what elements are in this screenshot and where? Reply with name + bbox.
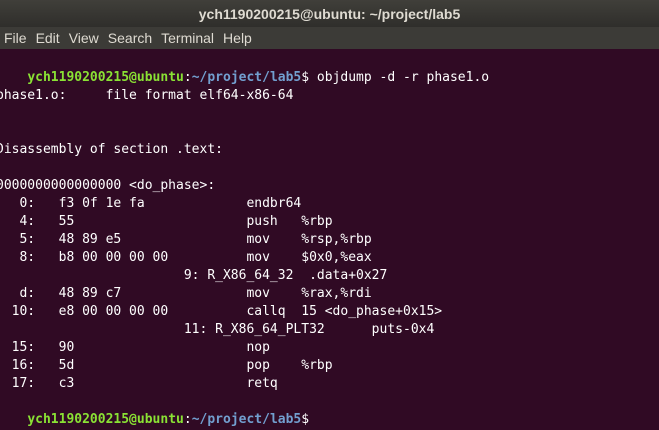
prompt-user-host: ych1190200215@ubuntu xyxy=(27,412,184,427)
menu-view[interactable]: View xyxy=(65,30,104,46)
command-prompt-line: ych1190200215@ubuntu:~/project/lab5$ obj… xyxy=(0,51,489,85)
output-line: 11: R_X86_64_PLT32 puts-0x4 xyxy=(0,322,435,337)
output-line: 9: R_X86_64_32 .data+0x27 xyxy=(0,268,388,283)
prompt-user-host: ych1190200215@ubuntu xyxy=(27,70,184,85)
prompt-path: ~/project/lab5 xyxy=(191,70,302,85)
menu-terminal[interactable]: Terminal xyxy=(157,30,219,46)
command-text: objdump -d -r phase1.o xyxy=(316,70,490,85)
prompt-path: ~/project/lab5 xyxy=(191,412,302,427)
menu-file[interactable]: File xyxy=(0,30,32,46)
current-prompt-line[interactable]: ych1190200215@ubuntu:~/project/lab5$ xyxy=(0,393,317,427)
menu-search[interactable]: Search xyxy=(104,30,157,46)
output-line: 10: e8 00 00 00 00 callq 15 <do_phase+0x… xyxy=(0,304,443,319)
output-line: 15: 90 nop xyxy=(0,340,270,355)
output-line: 4: 55 push %rbp xyxy=(0,214,333,229)
window-title-bar[interactable]: ych1190200215@ubuntu: ~/project/lab5 xyxy=(0,0,659,27)
menu-help[interactable]: Help xyxy=(219,30,257,46)
prompt-colon: : xyxy=(183,412,192,427)
prompt-dollar: $ xyxy=(301,412,317,427)
output-line: 16: 5d pop %rbp xyxy=(0,358,333,373)
output-line: 17: c3 retq xyxy=(0,376,278,391)
output-line: 8: b8 00 00 00 00 mov $0x0,%eax xyxy=(0,250,372,265)
prompt-colon: : xyxy=(183,70,192,85)
output-line: d: 48 89 c7 mov %rax,%rdi xyxy=(0,286,372,301)
prompt-dollar: $ xyxy=(301,70,317,85)
output-line: 0000000000000000 <do_phase>: xyxy=(0,178,216,193)
output-line: phase1.o: file format elf64-x86-64 xyxy=(0,88,294,103)
terminal-output[interactable]: ych1190200215@ubuntu:~/project/lab5$ obj… xyxy=(0,50,659,430)
window-title: ych1190200215@ubuntu: ~/project/lab5 xyxy=(198,5,461,22)
output-line: 5: 48 89 e5 mov %rsp,%rbp xyxy=(0,232,372,247)
output-line: 0: f3 0f 1e fa endbr64 xyxy=(0,196,302,211)
menu-edit[interactable]: Edit xyxy=(32,30,65,46)
menu-bar: File Edit View Search Terminal Help xyxy=(0,27,659,49)
output-line: Disassembly of section .text: xyxy=(0,142,223,157)
